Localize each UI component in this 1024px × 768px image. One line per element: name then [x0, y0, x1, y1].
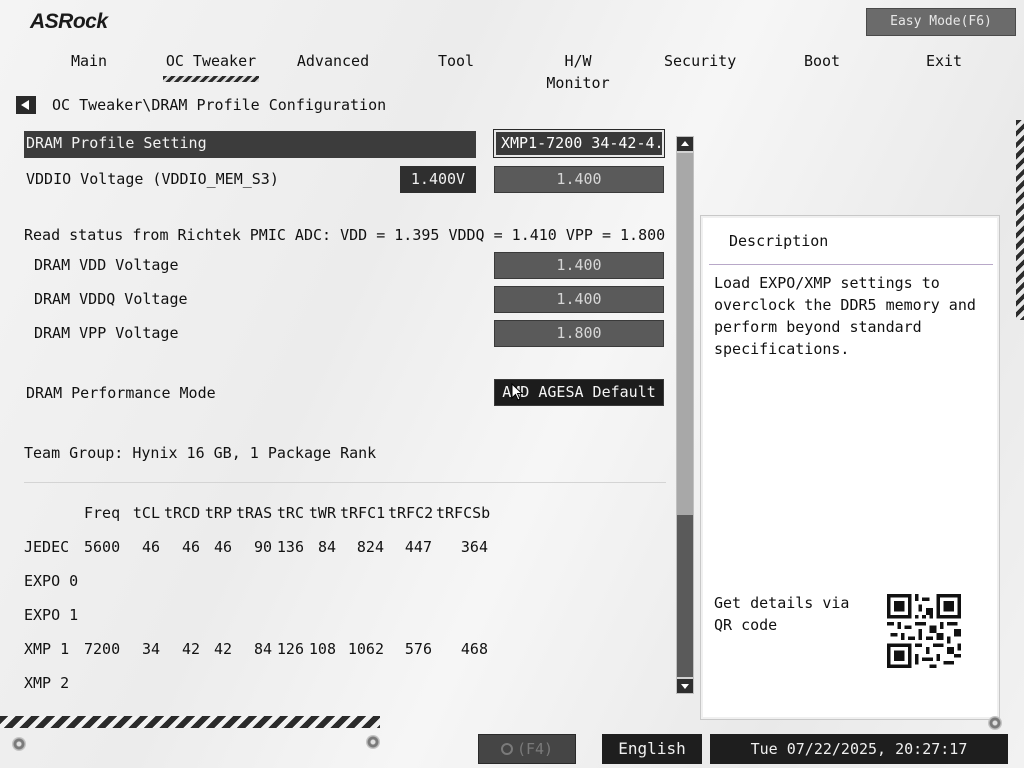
rivet-icon: [12, 737, 26, 751]
module-info-text: Team Group: Hynix 16 GB, 1 Package Rank: [24, 444, 377, 462]
cell: 126: [276, 640, 304, 658]
qr-code-icon: [887, 594, 961, 668]
cell: 46: [141, 538, 160, 556]
dram-profile-row[interactable]: DRAM Profile Setting: [24, 131, 476, 158]
dram-vddq-input[interactable]: 1.400: [494, 286, 664, 313]
dram-profile-label: DRAM Profile Setting: [26, 134, 207, 152]
mouse-cursor-icon: [511, 383, 523, 401]
scroll-thumb[interactable]: [677, 153, 693, 515]
dram-profile-select[interactable]: XMP1-7200 34-42-4...: [493, 129, 665, 158]
row-name: XMP 2: [24, 674, 70, 692]
scroll-track[interactable]: [677, 515, 693, 677]
breadcrumb: OC Tweaker\DRAM Profile Configuration: [52, 96, 387, 114]
description-text: Load EXPO/XMP settings to overclock the …: [714, 274, 976, 358]
dram-perf-mode-label: DRAM Performance Mode: [26, 384, 216, 402]
cell: 46: [181, 538, 200, 556]
header-trfc1: tRFC1: [340, 504, 386, 522]
content-scrollbar[interactable]: [676, 136, 694, 694]
cell: 5600: [84, 538, 121, 556]
cell: 576: [404, 640, 432, 658]
cell: 42: [213, 640, 232, 658]
cell: 447: [404, 538, 432, 556]
cell: 108: [308, 640, 336, 658]
tab-advanced[interactable]: Advanced: [296, 50, 370, 80]
scroll-up-icon[interactable]: [677, 137, 693, 151]
tab-boot[interactable]: Boot: [800, 50, 844, 80]
back-arrow-icon[interactable]: [16, 96, 36, 114]
search-shortcut: (F4): [516, 740, 554, 758]
header-trfc2: tRFC2: [388, 504, 434, 522]
datetime-display: Tue 07/22/2025, 20:27:17: [710, 734, 1008, 764]
tab-exit[interactable]: Exit: [922, 50, 966, 80]
tab-main[interactable]: Main: [62, 50, 116, 80]
cell: 84: [253, 640, 272, 658]
cell: 136: [276, 538, 304, 556]
asrock-logo: ASRock: [30, 10, 108, 33]
decorative-hazard-stripe: [0, 716, 380, 728]
scroll-down-icon[interactable]: [677, 679, 693, 693]
header-freq: Freq: [84, 504, 121, 522]
tab-security[interactable]: Security: [664, 50, 736, 80]
section-divider: [24, 482, 666, 483]
pmic-status-text: Read status from Richtek PMIC ADC: VDD =…: [24, 226, 666, 244]
search-button[interactable]: (F4): [478, 734, 576, 764]
tab-hw-monitor[interactable]: H/W Monitor: [530, 50, 626, 92]
cell: 1062: [347, 640, 384, 658]
cell: 46: [213, 538, 232, 556]
cell: 42: [181, 640, 200, 658]
row-name: EXPO 1: [24, 606, 79, 624]
cell: 7200: [84, 640, 121, 658]
search-icon: [500, 743, 513, 755]
easy-mode-button[interactable]: Easy Mode(F6): [866, 8, 1016, 36]
cell: 84: [317, 538, 336, 556]
decorative-stripe: [1016, 120, 1024, 320]
header-tras: tRAS: [236, 504, 273, 522]
header-twr: tWR: [308, 504, 336, 522]
qr-label: Get details via QR code: [714, 594, 850, 634]
cell: 34: [141, 640, 160, 658]
rivet-icon: [988, 716, 1002, 730]
header-trfcsb: tRFCSb: [436, 504, 491, 522]
description-title: Description: [729, 232, 829, 250]
cell: 468: [460, 640, 488, 658]
cell: 824: [356, 538, 384, 556]
dram-vddq-label: DRAM VDDQ Voltage: [34, 290, 188, 308]
row-name: XMP 1: [24, 640, 70, 658]
vddio-label: VDDIO Voltage (VDDIO_MEM_S3): [26, 170, 279, 188]
header-trc: tRC: [276, 504, 304, 522]
dram-vpp-label: DRAM VPP Voltage: [34, 324, 179, 342]
rivet-icon: [366, 735, 380, 749]
vddio-current-value: 1.400V: [400, 166, 476, 193]
tab-tool[interactable]: Tool: [434, 50, 478, 80]
description-panel: Description Load EXPO/XMP settings to ov…: [700, 215, 1000, 720]
cell: 364: [460, 538, 488, 556]
header-trp: tRP: [204, 504, 232, 522]
dram-vdd-label: DRAM VDD Voltage: [34, 256, 179, 274]
header-trcd: tRCD: [164, 504, 201, 522]
dram-vpp-input[interactable]: 1.800: [494, 320, 664, 347]
row-name: EXPO 0: [24, 572, 79, 590]
tab-oc-tweaker[interactable]: OC Tweaker: [163, 50, 259, 82]
cell: 90: [253, 538, 272, 556]
timing-table: Freq tCL tRCD tRP tRAS tRC tWR tRFC1 tRF…: [0, 500, 670, 700]
header-tcl: tCL: [132, 504, 160, 522]
description-divider: [709, 264, 993, 265]
language-button[interactable]: English: [602, 734, 702, 764]
vddio-input[interactable]: 1.400: [494, 166, 664, 193]
dram-vdd-input[interactable]: 1.400: [494, 252, 664, 279]
main-nav: Main OC Tweaker Advanced Tool H/W Monito…: [0, 50, 1024, 92]
row-name: JEDEC: [24, 538, 70, 556]
